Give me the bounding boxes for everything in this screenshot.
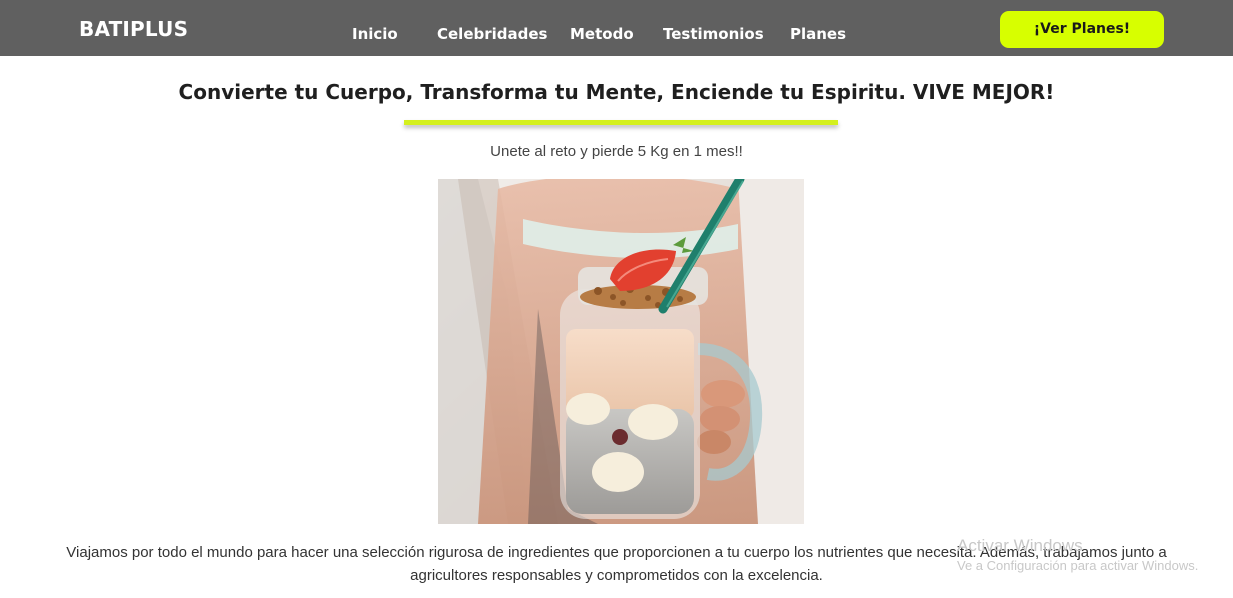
watermark-subtitle: Ve a Configuración para activar Windows.: [957, 558, 1199, 573]
windows-activation-watermark: Activar Windows Ve a Configuración para …: [957, 536, 1198, 573]
top-navbar: BATIPLUS Inicio Celebridades Metodo Test…: [0, 0, 1233, 56]
headline-underline: [404, 120, 838, 125]
challenge-subline: Unete al reto y pierde 5 Kg en 1 mes!!: [490, 143, 743, 160]
nav-link-celebridades[interactable]: Celebridades: [437, 25, 547, 43]
nav-link-planes[interactable]: Planes: [790, 25, 846, 43]
ver-planes-button[interactable]: ¡Ver Planes!: [1000, 11, 1164, 48]
smoothie-jar-photo: [438, 179, 804, 524]
smoothie-illustration: [438, 179, 804, 524]
watermark-title: Activar Windows: [957, 536, 1083, 555]
page-headline: Convierte tu Cuerpo, Transforma tu Mente…: [178, 80, 1055, 104]
nav-link-inicio[interactable]: Inicio: [352, 25, 398, 43]
nav-link-testimonios[interactable]: Testimonios: [663, 25, 764, 43]
brand-logo[interactable]: BATIPLUS: [79, 17, 188, 41]
nav-link-metodo[interactable]: Metodo: [570, 25, 634, 43]
